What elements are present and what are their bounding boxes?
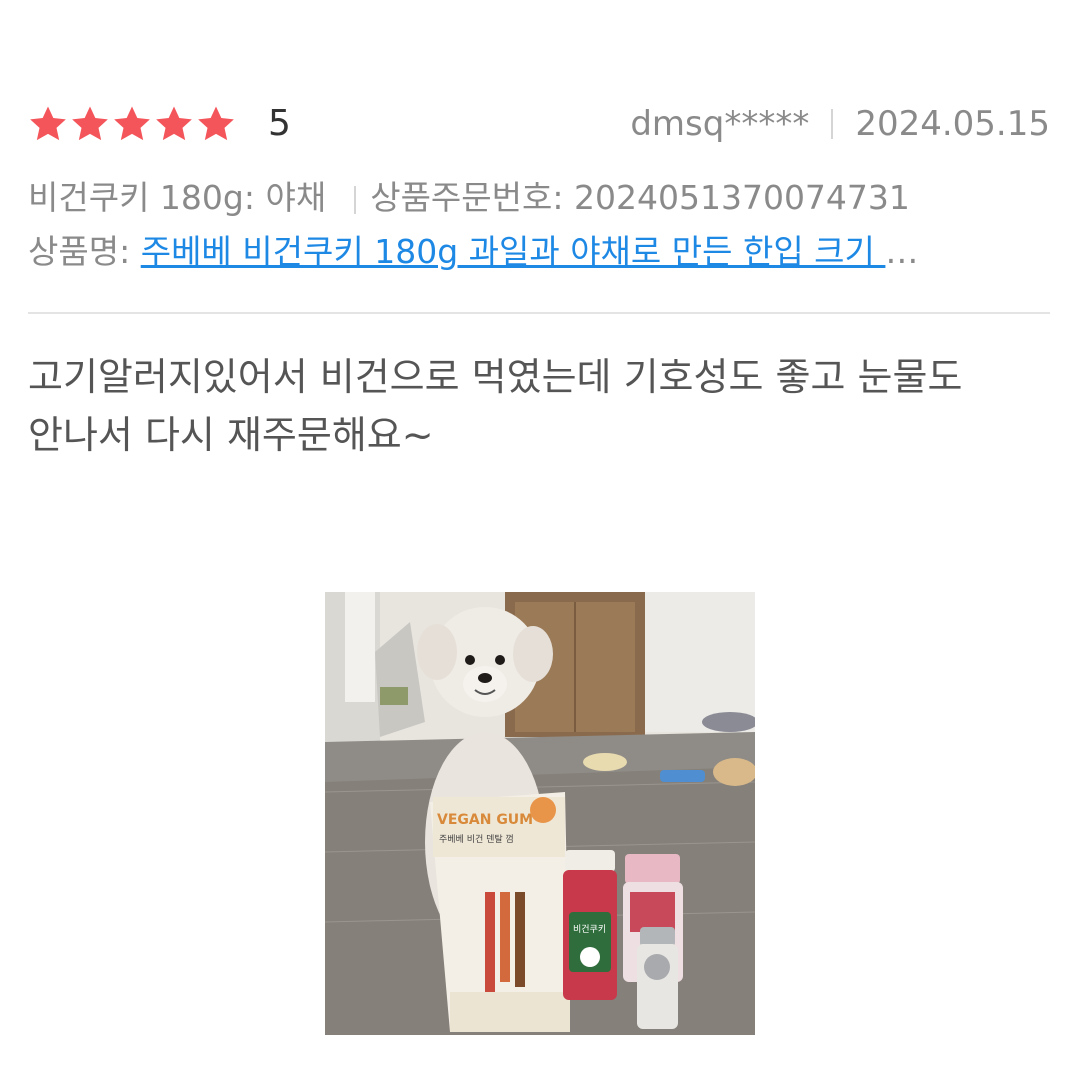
- star-icon: [156, 106, 192, 141]
- order-number-label: 상품주문번호:: [370, 178, 564, 217]
- rating-score: 5: [268, 103, 291, 144]
- review-photo[interactable]: VEGAN GUM 주베베 비건 덴탈 껌 비건쿠키: [325, 592, 755, 1035]
- product-name-link[interactable]: 주베베 비건쿠키 180g 과일과 야채로 만든 한입 크기: [141, 232, 886, 271]
- star-rating: [28, 104, 236, 144]
- review-text: 고기알러지있어서 비건으로 먹였는데 기호성도 좋고 눈물도 안나서 다시 재주…: [28, 355, 963, 457]
- order-divider: [354, 185, 357, 214]
- reviewer-meta: dmsq***** 2024.05.15: [630, 102, 1050, 146]
- product-name-ellipsis: …: [885, 232, 919, 271]
- reviewer-id: dmsq*****: [630, 104, 810, 144]
- order-number: 2024051370074731: [573, 178, 910, 217]
- product-name-label: 상품명:: [28, 232, 131, 271]
- review-photo-illustration: VEGAN GUM 주베베 비건 덴탈 껌 비건쿠키: [325, 592, 755, 1035]
- review-date: 2024.05.15: [855, 104, 1050, 144]
- bag-sublabel: 주베베 비건 덴탈 껌: [439, 833, 514, 845]
- order-info: 비건쿠키 180g: 야채 상품주문번호: 2024051370074731: [28, 176, 910, 220]
- section-divider: [28, 312, 1050, 314]
- star-icon: [72, 106, 108, 141]
- star-icon: [198, 106, 234, 141]
- star-icon: [114, 106, 150, 141]
- jar-label: 비건쿠키: [573, 924, 606, 935]
- meta-divider: [831, 109, 834, 139]
- review-header: 5 dmsq***** 2024.05.15: [28, 100, 1050, 148]
- bag-label: VEGAN GUM: [437, 812, 533, 828]
- star-icon: [30, 106, 66, 141]
- review-card: 5 dmsq***** 2024.05.15 비건쿠키 180g: 야채 상품주문…: [0, 0, 1080, 1080]
- product-option: 비건쿠키 180g: 야채: [28, 178, 327, 217]
- product-info: 상품명: 주베베 비건쿠키 180g 과일과 야채로 만든 한입 크기 …: [28, 230, 1050, 274]
